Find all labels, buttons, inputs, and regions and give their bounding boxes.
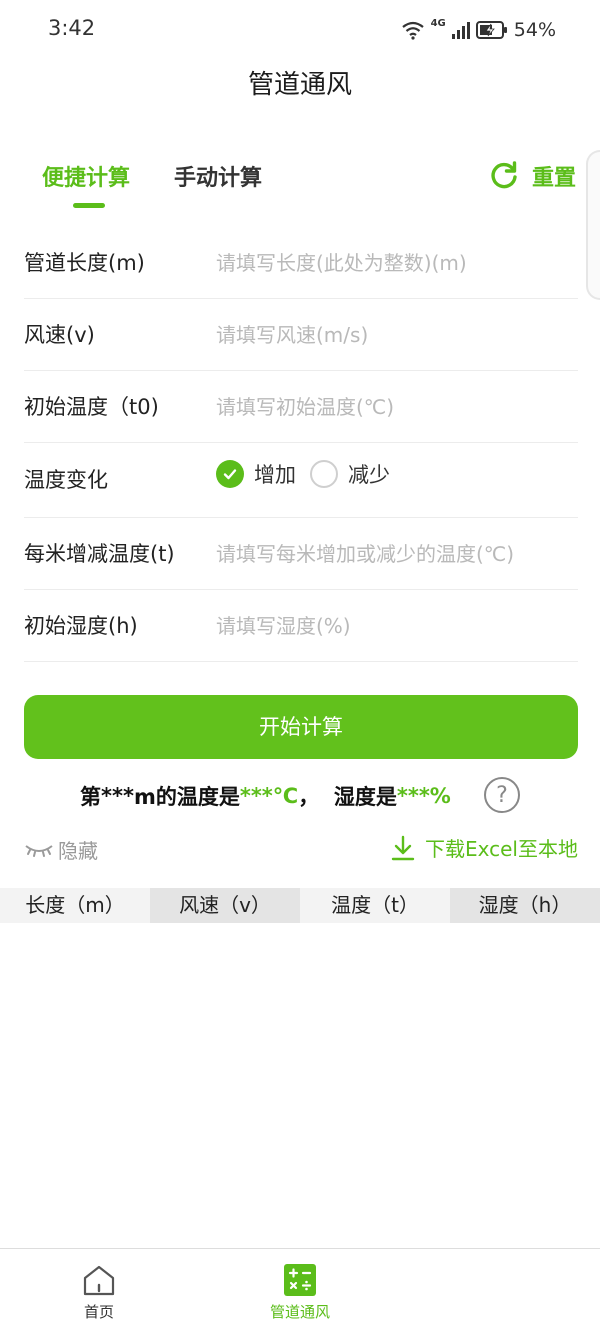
wind-speed-label: 风速(v): [24, 323, 95, 347]
calculator-icon: [283, 1263, 317, 1297]
bottom-nav: 首页 管道通风: [0, 1248, 600, 1330]
initial-temp-label: 初始温度（t0): [24, 395, 159, 419]
nav-home-label: 首页: [83, 1303, 114, 1321]
help-icon[interactable]: ?: [484, 777, 520, 813]
wifi-icon: [401, 21, 424, 40]
tab-manual-calc[interactable]: 手动计算: [174, 160, 262, 192]
initial-humidity-input[interactable]: [216, 590, 576, 662]
radio-decrease[interactable]: 减少: [310, 459, 390, 489]
tab-quick-calc[interactable]: 便捷计算: [42, 160, 130, 192]
results-table-header: 长度（m） 风速（v） 温度（t） 湿度（h）: [0, 888, 600, 923]
check-circle-icon: [216, 460, 244, 488]
status-time: 3:42: [48, 16, 96, 40]
length-label: 管道长度(m): [24, 251, 145, 275]
temp-change-radio-group: 增加 减少: [216, 443, 404, 505]
nav-duct-label: 管道通风: [269, 1303, 330, 1321]
start-calc-button[interactable]: 开始计算: [24, 695, 578, 759]
result-distance: ***: [101, 784, 134, 808]
temp-per-meter-input[interactable]: [216, 518, 576, 590]
battery-charging-icon: [475, 21, 507, 39]
form-row-initial-humidity: 初始湿度(h): [24, 590, 578, 662]
form-row-temp-change: 温度变化 增加 减少: [24, 443, 578, 518]
refresh-icon: [491, 161, 517, 189]
column-header-wind-speed: 风速（v）: [150, 888, 300, 923]
download-label: 下载Excel至本地: [425, 837, 578, 861]
result-temperature: ***℃: [239, 784, 299, 808]
reset-button[interactable]: 重置: [488, 160, 576, 192]
initial-humidity-label: 初始湿度(h): [24, 614, 138, 638]
signal-icon: [451, 22, 470, 39]
tab-active-indicator: [73, 203, 105, 208]
radio-increase-label: 增加: [254, 463, 296, 487]
result-mid1: m的温度是: [133, 785, 240, 809]
download-excel-button[interactable]: 下载Excel至本地: [391, 833, 578, 862]
hide-label: 隐藏: [58, 839, 98, 863]
result-mid2: ， 湿度是: [298, 785, 397, 809]
wind-speed-input[interactable]: [216, 299, 576, 371]
network-type: 4G: [430, 18, 446, 29]
column-header-humidity: 湿度（h）: [450, 888, 600, 923]
nav-item-duct-ventilation[interactable]: 管道通风: [220, 1249, 380, 1330]
form-row-initial-temp: 初始温度（t0): [24, 371, 578, 443]
result-summary: 第 *** m的温度是 ***℃ ， 湿度是 ***%: [80, 780, 451, 812]
form-row-temp-per-meter: 每米增减温度(t): [24, 518, 578, 590]
column-header-length: 长度（m）: [0, 888, 150, 923]
nav-item-home[interactable]: 首页: [19, 1249, 179, 1330]
reset-label: 重置: [531, 166, 576, 191]
form-row-length: 管道长度(m): [24, 227, 578, 299]
initial-temp-input[interactable]: [216, 371, 576, 443]
temp-change-label: 温度变化: [24, 468, 108, 492]
home-icon: [82, 1263, 116, 1297]
temp-per-meter-label: 每米增减温度(t): [24, 542, 175, 566]
form-row-wind-speed: 风速(v): [24, 299, 578, 371]
length-input[interactable]: [216, 227, 576, 299]
result-prefix: 第: [80, 785, 101, 809]
radio-increase[interactable]: 增加: [216, 459, 296, 489]
column-header-temperature: 温度（t）: [300, 888, 450, 923]
hide-toggle[interactable]: 隐藏: [24, 835, 98, 864]
radio-decrease-label: 减少: [348, 463, 390, 487]
download-icon: [391, 835, 415, 860]
battery-level: 54%: [513, 19, 556, 41]
page-title: 管道通风: [247, 70, 352, 100]
side-drawer-handle[interactable]: [586, 150, 600, 300]
empty-circle-icon: [310, 460, 338, 488]
eye-closed-icon: [25, 844, 53, 857]
result-humidity: ***%: [396, 784, 451, 808]
status-icons: 4G 54%: [401, 16, 556, 44]
